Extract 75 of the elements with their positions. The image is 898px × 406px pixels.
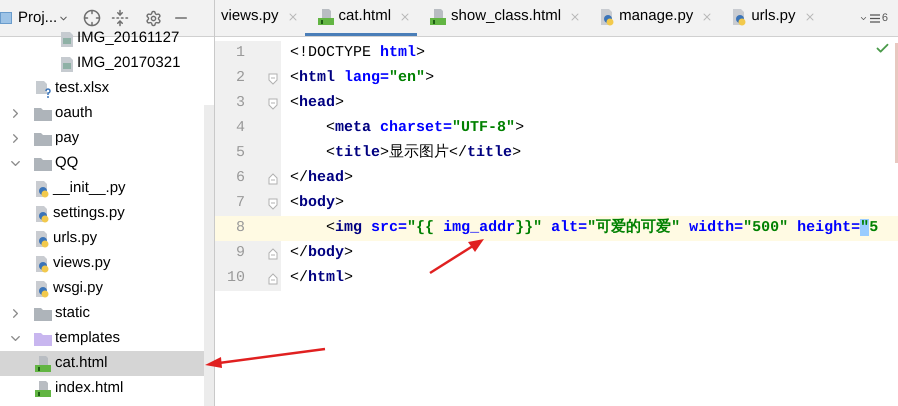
tree-item[interactable]: test.xlsx [0,76,204,101]
close-icon[interactable] [701,10,714,22]
tree-item[interactable]: templates [0,326,204,351]
code-line: <meta charset="UTF-8"> [325,118,524,138]
tree-item[interactable]: static [0,301,204,326]
close-icon[interactable] [569,10,582,22]
fold-close-icon[interactable] [268,172,278,184]
line-number: 6 [234,168,245,188]
close-icon[interactable] [286,10,299,22]
settings-icon[interactable] [145,10,162,26]
close-icon[interactable] [399,10,412,22]
python-file-icon [34,280,50,298]
code-line: <body> [289,193,344,214]
line-number: 7 [234,193,245,214]
python-file-icon [34,230,50,248]
tab-list-icon[interactable] [870,14,880,22]
unknown-file-icon [34,80,52,98]
folder-icon [34,106,52,120]
line-number: 1 [234,43,245,64]
html-file-icon [316,8,335,26]
python-file-icon [34,204,50,222]
tree-item[interactable]: cat.html [0,351,204,376]
line-number: 4 [234,118,245,138]
line-number: 2 [234,68,245,88]
python-file-icon [34,254,50,272]
line-number: 10 [226,268,245,288]
line-number: 8 [234,218,245,238]
python-file-icon [599,8,616,26]
tree-item[interactable]: settings.py [0,201,204,226]
fold-close-icon[interactable] [268,272,278,284]
tree-item[interactable]: IMG_20170321 [0,51,204,76]
html-file-icon [34,380,52,398]
panel-icon [0,12,12,24]
tree-item[interactable]: oauth [0,101,204,126]
tree-item[interactable]: views.py [0,251,204,276]
fold-open-icon[interactable] [268,198,278,210]
line-number: 3 [234,93,245,114]
code-line: <head> [289,93,344,114]
fold-close-icon[interactable] [268,248,278,260]
tree-item[interactable]: QQ [0,151,204,176]
folder-icon [34,132,52,146]
close-icon[interactable] [804,10,816,22]
folder-icon [34,332,52,346]
tree-item[interactable]: __init__.py [0,176,204,201]
editor-tab[interactable]: manage.py [587,0,720,36]
tree-item[interactable]: pay [0,126,204,151]
html-file-icon [429,8,448,26]
code-line: </head> [289,168,354,188]
arrow-annotation [428,237,486,275]
fold-open-icon[interactable] [268,98,278,110]
code-line: <title>显示图片</title> [325,142,522,164]
scrollbar-track[interactable] [204,105,214,406]
line-number: 9 [234,243,245,264]
code-line: </body> [289,243,354,264]
fold-open-icon[interactable] [268,72,278,84]
folder-icon [34,156,52,170]
editor-tab[interactable]: views.py [215,0,305,36]
tree-item[interactable]: wsgi.py [0,276,204,301]
code-line: <html lang="en"> [289,68,434,88]
crosshair-icon[interactable] [83,9,102,27]
code-line: <!DOCTYPE html> [289,43,426,64]
hidden-tab-count[interactable]: 6 [882,10,888,26]
code-line: <img src="{{ img_addr}}" alt="可爱的可爱" width="500" height="5 [325,217,878,238]
python-file-icon [34,180,50,198]
folder-icon [34,306,52,320]
line-number: 5 [234,143,245,164]
tree-item[interactable]: urls.py [0,226,204,251]
editor-tab[interactable]: show_class.html [417,0,588,36]
html-file-icon [34,354,52,372]
code-line: </html> [289,268,354,288]
python-file-icon [731,8,748,26]
image-file-icon [60,54,74,72]
tree-item[interactable]: index.html [0,376,204,401]
editor-tab[interactable]: urls.py [719,0,822,36]
collapse-icon[interactable] [111,9,130,27]
